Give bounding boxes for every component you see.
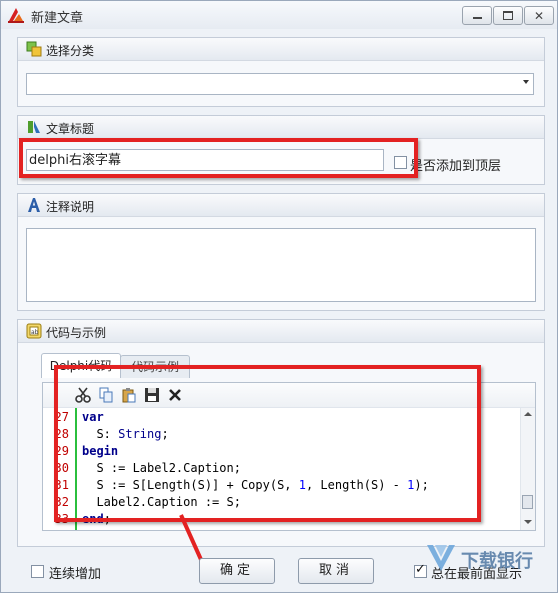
pin-to-top-label: 是否添加到顶层 [410,159,502,174]
maximize-icon [503,11,513,20]
cancel-button[interactable]: 取消 [298,558,374,584]
category-section: 选择分类 [17,37,545,107]
title-section-title: 文章标题 [46,122,95,136]
svg-text:ab: ab [31,329,39,336]
watermark: 下载银行 [425,543,549,573]
title-section-header: 文章标题 [18,116,544,139]
app-logo-icon [8,8,24,23]
continuous-add-checkbox[interactable] [31,565,44,578]
watermark-text: 下载银行 [461,551,533,572]
minimize-button[interactable] [462,6,492,25]
new-article-window: 新建文章 ✕ 选择分类 文章标题 delphi右滚字幕 是否添加到顶层 注释说明… [0,0,558,593]
category-section-title: 选择分类 [46,44,95,58]
notes-section-header: 注释说明 [18,194,544,217]
article-title-icon [28,121,40,133]
code-section-title: 代码与示例 [46,326,107,340]
category-icon [26,41,42,57]
editor-vertical-scrollbar[interactable] [520,408,535,530]
annotation-box-title [19,138,418,178]
ok-button[interactable]: 确定 [199,558,275,584]
notes-section: 注释说明 [17,193,545,311]
minimize-icon [472,17,482,19]
notes-section-title: 注释说明 [46,200,95,214]
notes-textarea[interactable] [26,228,536,302]
category-section-header: 选择分类 [18,38,544,61]
close-icon: ✕ [533,8,545,23]
chevron-down-icon[interactable] [523,80,529,84]
watermark-logo-icon [427,545,455,571]
code-section-header: ab 代码与示例 [18,320,544,343]
code-example-icon: ab [26,323,42,339]
scroll-down-icon[interactable] [524,520,532,524]
window-title: 新建文章 [31,11,84,26]
scrollbar-thumb[interactable] [522,495,533,509]
maximize-button[interactable] [493,6,523,25]
continuous-add-label: 连续增加 [49,567,102,582]
scroll-up-icon[interactable] [524,412,532,416]
font-icon [28,198,40,212]
title-bar: 新建文章 ✕ [1,1,557,29]
close-button[interactable]: ✕ [524,6,554,25]
annotation-box-code [54,365,481,522]
category-combo[interactable] [26,73,534,95]
